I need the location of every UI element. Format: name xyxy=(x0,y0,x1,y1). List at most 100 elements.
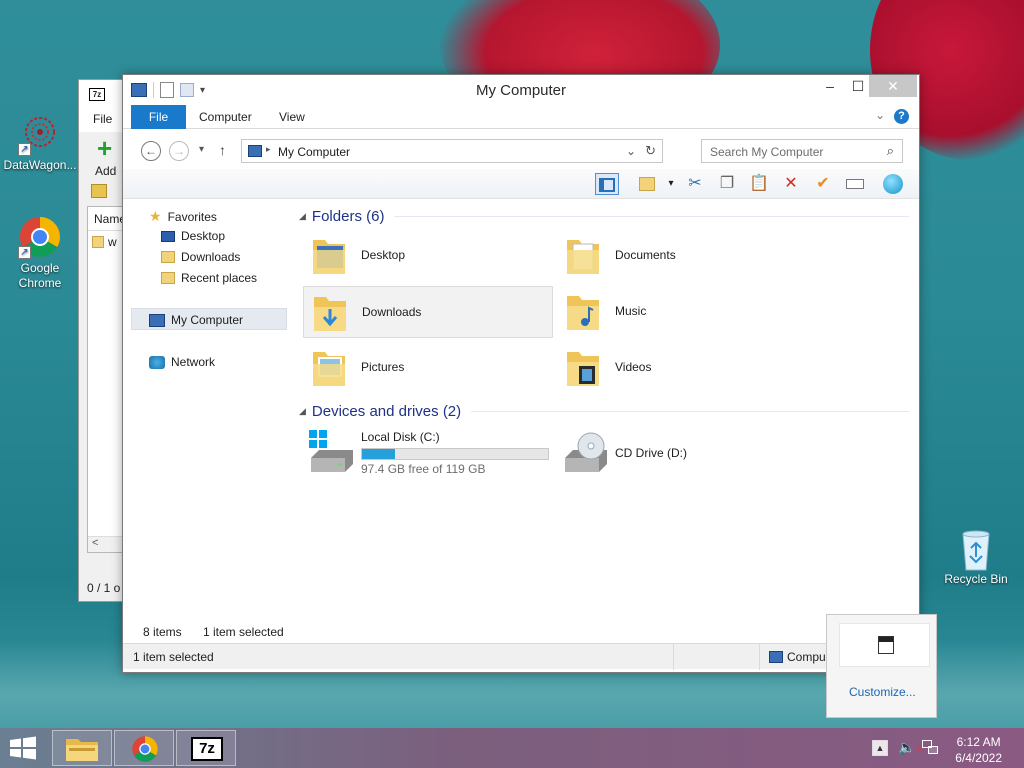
show-hidden-icons-button[interactable]: ▲ xyxy=(872,740,888,756)
minimize-button[interactable]: ‒ xyxy=(815,75,845,97)
desktop-icon-recycle-bin[interactable]: Recycle Bin xyxy=(936,526,1016,586)
tab-file[interactable]: File xyxy=(131,105,186,129)
network-icon xyxy=(149,355,165,369)
desktop-icon-chrome[interactable]: ↗ Google Chrome xyxy=(0,215,80,291)
system-clock[interactable]: 6:12 AM 6/4/2022 xyxy=(955,734,1002,766)
preview-pane-icon[interactable] xyxy=(595,173,619,195)
nav-downloads[interactable]: Downloads xyxy=(161,250,240,264)
taskbar-7zip-button[interactable]: 7z xyxy=(176,730,236,766)
up-arrow-icon[interactable]: ↑ xyxy=(219,142,226,158)
folder-tile-pictures[interactable]: Pictures xyxy=(303,342,553,394)
nav-network[interactable]: Network xyxy=(149,355,215,369)
folder-name: Music xyxy=(615,304,647,318)
folders-group-header[interactable]: ◢ Folders (6) xyxy=(299,208,909,225)
explorer-titlebar[interactable]: ▾ My Computer ‒ ☐ ✕ xyxy=(123,75,919,105)
search-icon[interactable]: ⌕ xyxy=(887,143,894,159)
collapse-triangle-icon[interactable]: ◢ xyxy=(299,211,306,222)
status-selected-count: 1 item selected xyxy=(203,625,284,639)
search-box[interactable]: Search My Computer ⌕ xyxy=(701,139,903,163)
rename-icon[interactable] xyxy=(843,173,867,195)
folder-name: Desktop xyxy=(361,248,406,262)
folder-downloads-icon xyxy=(314,297,346,331)
folders-group-label: Folders (6) xyxy=(311,208,385,225)
forward-button[interactable]: → xyxy=(169,141,189,161)
chrome-icon xyxy=(132,736,158,762)
start-button[interactable] xyxy=(8,736,40,760)
address-dropdown-icon[interactable]: ⌄ xyxy=(626,144,636,158)
drives-group-header[interactable]: ◢ Devices and drives (2) xyxy=(299,403,909,420)
clock-date: 6/4/2022 xyxy=(955,751,1002,765)
disk-usage-fill xyxy=(362,449,396,459)
collapse-triangle-icon[interactable]: ◢ xyxy=(299,406,306,417)
nav-recent-places[interactable]: Recent places xyxy=(161,271,257,285)
tray-app-icon[interactable] xyxy=(878,636,894,654)
drive-name: CD Drive (D:) xyxy=(615,446,687,460)
customize-link[interactable]: Customize... xyxy=(849,685,916,699)
folder-tile-documents[interactable]: Documents xyxy=(557,230,807,282)
drive-local-disk-c[interactable]: Local Disk (C:) 97.4 GB free of 119 GB xyxy=(303,428,553,478)
folder-icon xyxy=(92,236,104,248)
folder-tile-music[interactable]: Music xyxy=(557,286,807,338)
folder-name: Documents xyxy=(615,248,676,262)
explorer-window[interactable]: ▾ My Computer ‒ ☐ ✕ File Computer View ⌄… xyxy=(122,74,920,673)
7zip-add-label[interactable]: Add xyxy=(95,164,116,178)
tray-icons-area xyxy=(839,623,930,667)
help-icon[interactable]: ? xyxy=(894,109,909,124)
close-button[interactable]: ✕ xyxy=(869,75,917,97)
chrome-icon: ↗ xyxy=(18,215,62,259)
folder-documents-icon xyxy=(567,240,599,274)
tab-computer[interactable]: Computer xyxy=(199,110,252,124)
shortcut-arrow-icon: ↗ xyxy=(18,143,31,156)
taskbar-chrome-button[interactable] xyxy=(114,730,174,766)
volume-muted-icon[interactable]: 🔈✕ xyxy=(898,739,923,756)
back-button[interactable]: ← xyxy=(141,141,161,161)
nav-my-computer[interactable]: My Computer xyxy=(149,313,243,327)
nav-desktop[interactable]: Desktop xyxy=(161,229,225,243)
recycle-bin-icon xyxy=(954,526,998,571)
status-bar-location: Compu xyxy=(787,650,826,664)
globe-icon[interactable] xyxy=(881,173,905,195)
search-input[interactable]: Search My Computer xyxy=(710,145,823,159)
refresh-icon[interactable]: ↻ xyxy=(645,143,656,159)
ribbon-tabs: File Computer View ⌄ ? xyxy=(123,105,919,129)
status-item-count: 8 items xyxy=(143,625,182,639)
network-tray-icon[interactable] xyxy=(922,740,938,756)
windows-logo-icon xyxy=(10,736,36,760)
7zip-icon: 7z xyxy=(191,737,223,761)
notification-overflow-popup: Customize... xyxy=(826,614,937,718)
downloads-icon xyxy=(161,251,175,263)
recent-locations-icon[interactable]: ▾ xyxy=(199,144,204,155)
computer-icon xyxy=(769,651,783,663)
7zip-logo-icon: 7z xyxy=(89,88,105,101)
folder-up-icon[interactable] xyxy=(91,184,107,198)
nav-favorites[interactable]: ★ Favorites xyxy=(149,208,217,225)
drive-cd-d[interactable]: CD Drive (D:) xyxy=(557,428,807,478)
ribbon-expand-chevron-icon[interactable]: ⌄ xyxy=(875,108,885,122)
checkmark-icon[interactable]: ✔ xyxy=(811,173,835,195)
desktop-icon-datawagon[interactable]: ↗ DataWagon... xyxy=(0,112,80,172)
address-bar[interactable]: ▸ My Computer ⌄ ↻ xyxy=(241,139,663,163)
shortcut-arrow-icon: ↗ xyxy=(18,246,31,259)
cut-icon[interactable]: ✂ xyxy=(683,173,707,195)
list-item-label: w xyxy=(108,235,117,249)
scroll-left-arrow-icon[interactable]: < xyxy=(92,537,98,549)
taskbar-explorer-button[interactable] xyxy=(52,730,112,766)
add-plus-icon[interactable]: + xyxy=(97,135,112,161)
folder-desktop-icon xyxy=(313,240,345,274)
tab-view[interactable]: View xyxy=(279,110,305,124)
folder-tile-videos[interactable]: Videos xyxy=(557,342,807,394)
delete-icon[interactable]: ✕ xyxy=(779,173,803,195)
window-title: My Computer xyxy=(475,82,567,99)
breadcrumb-separator-icon[interactable]: ▸ xyxy=(266,144,271,155)
folder-tile-downloads[interactable]: Downloads xyxy=(303,286,553,338)
copy-icon[interactable]: ❐ xyxy=(715,173,739,195)
toolbar-dropdown-icon[interactable]: ▾ xyxy=(659,173,683,195)
folder-name: Videos xyxy=(615,360,652,374)
datawagon-icon: ↗ xyxy=(18,112,62,156)
desktop-icon-label: Google Chrome xyxy=(18,261,62,290)
paste-icon[interactable]: 📋 xyxy=(747,173,771,195)
folder-tile-desktop[interactable]: Desktop xyxy=(303,230,553,282)
nav-network-label: Network xyxy=(171,355,216,369)
recent-places-icon xyxy=(161,272,175,284)
checklist-folder-icon[interactable] xyxy=(635,173,659,195)
